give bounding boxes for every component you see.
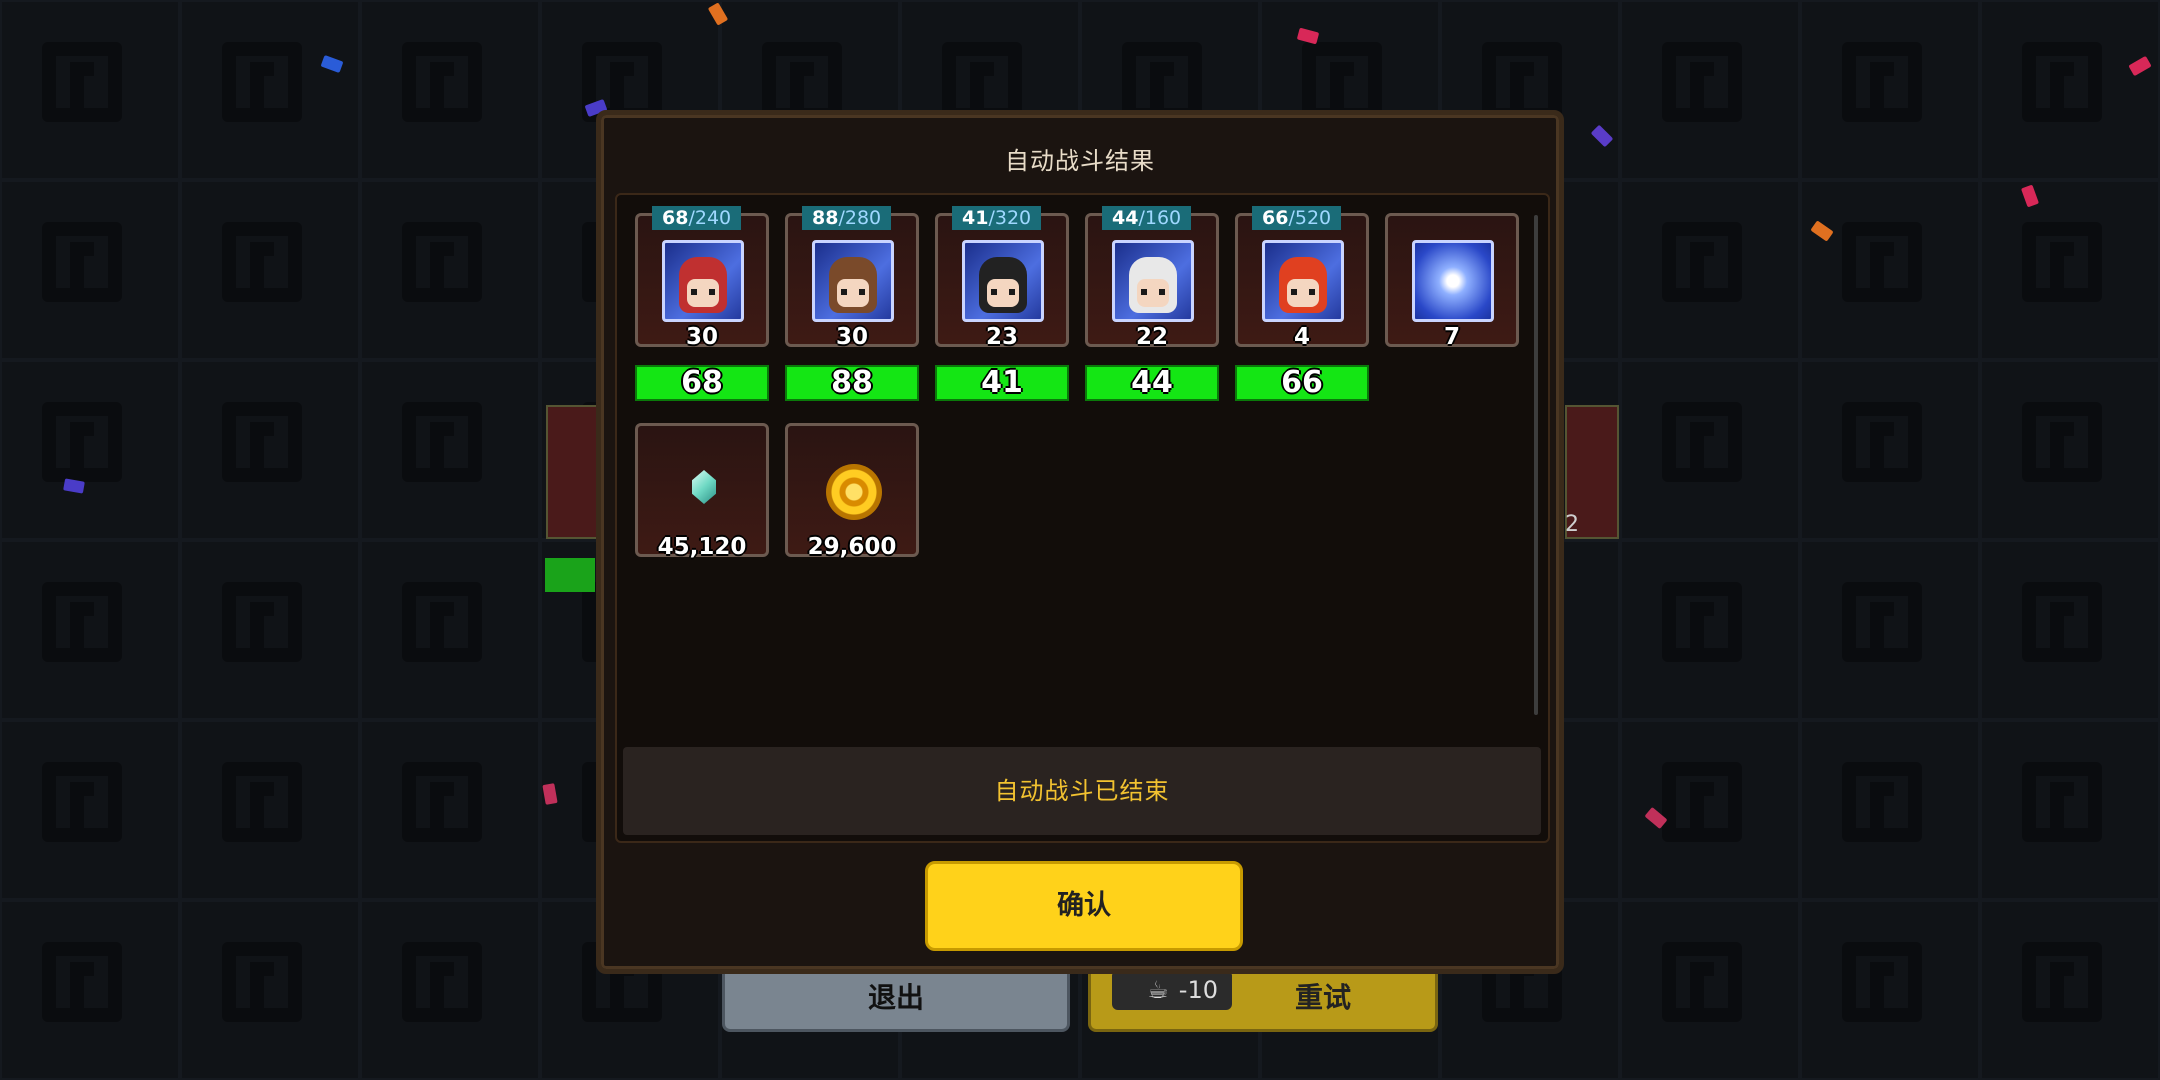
auto-battle-result-dialog: 自动战斗结果 68/240 30 88/280 30 41/320 23 44/…	[596, 110, 1564, 974]
hero-portrait	[812, 240, 894, 322]
gold-coin-icon	[826, 464, 882, 520]
xp-gain-bar: 41	[935, 365, 1069, 401]
reward-crystal[interactable]: 45,120	[635, 423, 769, 560]
xp-progress-tag: 88/280	[802, 206, 892, 230]
coffee-icon: ☕	[1147, 976, 1169, 1004]
hero-portrait	[662, 240, 744, 322]
scrollbar[interactable]	[1534, 215, 1538, 715]
hero-portrait	[1262, 240, 1344, 322]
hero-card[interactable]: 44/160 22	[1085, 206, 1219, 350]
xp-gain-bar: 44	[1085, 365, 1219, 401]
gold-count: 29,600	[807, 534, 897, 560]
retry-cost-value: -10	[1178, 976, 1218, 1004]
hero-card[interactable]: 68/240 30	[635, 206, 769, 350]
result-panel: 68/240 30 88/280 30 41/320 23 44/160 22 …	[615, 193, 1550, 843]
hero-level: 23	[985, 324, 1018, 350]
hero-card[interactable]: 88/280 30	[785, 206, 919, 350]
status-message: 自动战斗已结束	[623, 747, 1541, 835]
xp-progress-tag: 44/160	[1102, 206, 1192, 230]
crystal-count: 45,120	[657, 534, 747, 560]
background-hero-card	[546, 405, 600, 539]
xp-gain-bar: 88	[785, 365, 919, 401]
hero-card[interactable]: 66/520 4	[1235, 206, 1369, 350]
xp-gain-bar: 66	[1235, 365, 1369, 401]
dialog-title: 自动战斗结果	[1005, 147, 1155, 175]
hero-level: 30	[685, 324, 718, 350]
xp-progress-tag: 66/520	[1252, 206, 1342, 230]
hero-portrait	[1112, 240, 1194, 322]
hero-portrait	[962, 240, 1044, 322]
background-count: 2	[1565, 512, 1579, 537]
hero-level: 4	[1293, 324, 1310, 350]
background-xp-bar	[545, 558, 595, 592]
xp-gain-bar: 68	[635, 365, 769, 401]
hero-level: 30	[835, 324, 868, 350]
item-count: 7	[1443, 324, 1460, 350]
hero-card[interactable]: 41/320 23	[935, 206, 1069, 350]
retry-label: 重试	[1294, 981, 1351, 1014]
sparkle-icon	[1412, 240, 1494, 322]
confirm-button[interactable]: 确认	[925, 861, 1243, 951]
item-card[interactable]: 7	[1385, 213, 1519, 350]
xp-progress-tag: 41/320	[952, 206, 1042, 230]
hero-level: 22	[1135, 324, 1168, 350]
reward-gold[interactable]: 29,600	[785, 423, 919, 560]
crystal-icon	[692, 470, 716, 504]
retry-cost: ☕ -10	[1112, 970, 1232, 1010]
xp-progress-tag: 68/240	[652, 206, 742, 230]
